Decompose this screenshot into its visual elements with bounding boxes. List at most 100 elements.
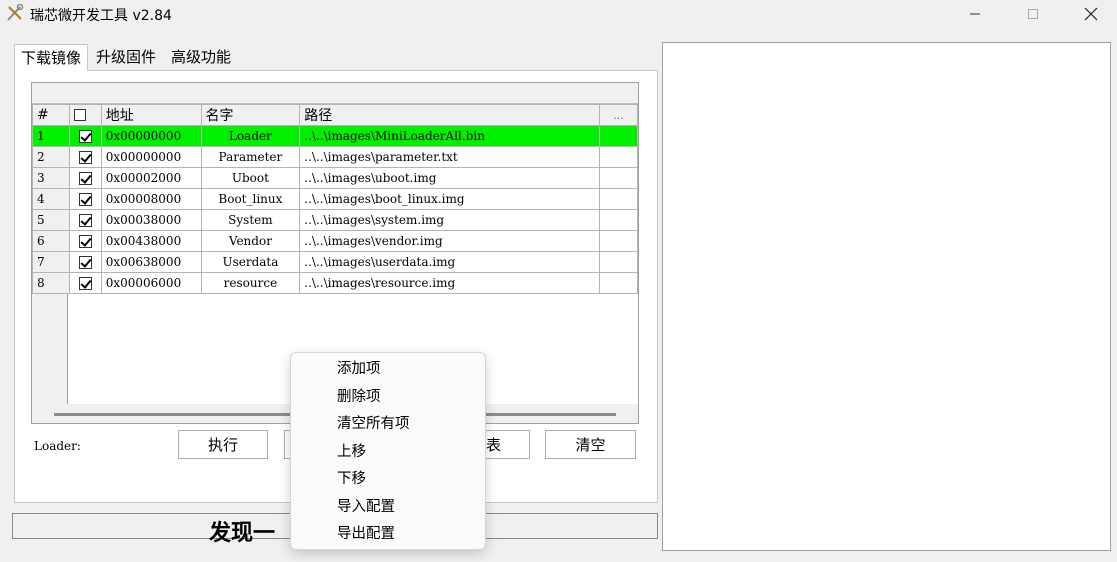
row-address[interactable]: 0x00438000	[100, 230, 202, 252]
row-checkbox-cell[interactable]	[68, 188, 102, 210]
header-more[interactable]: ...	[599, 104, 638, 126]
row-path[interactable]: ..\..\images\vendor.img	[299, 230, 601, 252]
row-more[interactable]	[599, 209, 638, 231]
image-table: # 地址 名字 路径 ... 1 0x00000000 Loader ..\..\im…	[32, 104, 638, 294]
header-num[interactable]: #	[32, 104, 70, 126]
row-address[interactable]: 0x00006000	[100, 272, 202, 294]
row-num[interactable]: 3	[32, 167, 70, 189]
row-num[interactable]: 4	[32, 188, 70, 210]
menu-item-add[interactable]: 添加项	[291, 356, 485, 384]
table-row[interactable]: 7 0x00638000 Userdata ..\..\images\userdata…	[32, 251, 638, 273]
row-checkbox[interactable]	[78, 151, 92, 164]
tab-upgrade-firmware[interactable]: 升级固件	[90, 44, 162, 70]
close-icon	[1084, 7, 1098, 21]
tools-icon	[6, 3, 24, 22]
context-menu: 添加项 删除项 清空所有项 上移 下移 导入配置 导出配置	[290, 352, 486, 550]
table-row[interactable]: 2 0x00000000 Parameter ..\..\images\paramet…	[32, 146, 638, 168]
row-name[interactable]: Userdata	[200, 251, 301, 273]
row-more[interactable]	[599, 188, 638, 210]
row-name[interactable]: resource	[200, 272, 301, 294]
row-name[interactable]: Boot_linux	[200, 188, 301, 210]
row-path[interactable]: ..\..\images\boot_linux.img	[299, 188, 601, 210]
grid-top-bar	[32, 83, 638, 104]
menu-item-clear-all[interactable]: 清空所有项	[291, 411, 485, 439]
row-more[interactable]	[599, 167, 638, 189]
row-path[interactable]: ..\..\images\resource.img	[299, 272, 601, 294]
row-name[interactable]: Vendor	[200, 230, 301, 252]
menu-item-move-down[interactable]: 下移	[291, 466, 485, 494]
row-num[interactable]: 6	[32, 230, 70, 252]
row-name[interactable]: Loader	[200, 125, 301, 147]
row-checkbox[interactable]	[78, 193, 92, 206]
title-bar: 瑞芯微开发工具 v2.84	[0, 0, 1117, 28]
row-path[interactable]: ..\..\images\uboot.img	[299, 167, 601, 189]
table-row[interactable]: 5 0x00038000 System ..\..\images\system.img	[32, 209, 638, 231]
maximize-icon	[1028, 9, 1038, 19]
header-path[interactable]: 路径	[299, 104, 601, 126]
row-checkbox-cell[interactable]	[68, 209, 102, 231]
clear-button[interactable]: 清空	[545, 430, 636, 459]
table-row[interactable]: 6 0x00438000 Vendor ..\..\images\vendor.img	[32, 230, 638, 252]
close-button[interactable]	[1068, 0, 1114, 28]
row-more[interactable]	[599, 125, 638, 147]
row-num[interactable]: 1	[32, 125, 70, 147]
log-panel[interactable]	[662, 42, 1111, 551]
row-checkbox[interactable]	[78, 235, 92, 248]
row-address[interactable]: 0x00008000	[100, 188, 202, 210]
table-row[interactable]: 3 0x00002000 Uboot ..\..\images\uboot.img	[32, 167, 638, 189]
maximize-button[interactable]	[1010, 0, 1056, 28]
row-path[interactable]: ..\..\images\userdata.img	[299, 251, 601, 273]
row-more[interactable]	[599, 146, 638, 168]
row-address[interactable]: 0x00002000	[100, 167, 202, 189]
row-address[interactable]: 0x00638000	[100, 251, 202, 273]
row-checkbox[interactable]	[78, 172, 92, 185]
row-more[interactable]	[599, 272, 638, 294]
row-checkbox-cell[interactable]	[68, 146, 102, 168]
row-name[interactable]: Uboot	[200, 167, 301, 189]
minimize-icon	[970, 13, 980, 15]
menu-item-import-config[interactable]: 导入配置	[291, 494, 485, 522]
window-title: 瑞芯微开发工具 v2.84	[30, 8, 172, 24]
row-path[interactable]: ..\..\images\parameter.txt	[299, 146, 601, 168]
row-checkbox[interactable]	[78, 256, 92, 269]
row-name[interactable]: System	[200, 209, 301, 231]
row-checkbox[interactable]	[78, 277, 92, 290]
row-checkbox[interactable]	[78, 214, 92, 227]
device-list-button-label: 表	[485, 436, 501, 454]
row-checkbox-cell[interactable]	[68, 167, 102, 189]
menu-item-export-config[interactable]: 导出配置	[291, 521, 485, 549]
row-checkbox-cell[interactable]	[68, 272, 102, 294]
row-checkbox-cell[interactable]	[68, 251, 102, 273]
row-address[interactable]: 0x00038000	[100, 209, 202, 231]
row-num[interactable]: 5	[32, 209, 70, 231]
table-header-row: # 地址 名字 路径 ...	[32, 104, 638, 126]
table-row[interactable]: 1 0x00000000 Loader ..\..\images\MiniLoader…	[32, 125, 638, 147]
row-name[interactable]: Parameter	[200, 146, 301, 168]
select-all-checkbox[interactable]	[73, 109, 86, 121]
row-checkbox-cell[interactable]	[68, 230, 102, 252]
row-checkbox-cell[interactable]	[68, 125, 102, 147]
row-address[interactable]: 0x00000000	[100, 125, 202, 147]
menu-item-move-up[interactable]: 上移	[291, 439, 485, 467]
loader-label: Loader:	[34, 439, 81, 453]
row-path[interactable]: ..\..\images\system.img	[299, 209, 601, 231]
header-name[interactable]: 名字	[200, 104, 301, 126]
status-text: 发现一	[209, 520, 276, 546]
row-path[interactable]: ..\..\images\MiniLoaderAll.bin	[299, 125, 601, 147]
table-row[interactable]: 4 0x00008000 Boot_linux ..\..\images\boot_l…	[32, 188, 638, 210]
tab-advanced[interactable]: 高级功能	[165, 44, 237, 70]
row-more[interactable]	[599, 251, 638, 273]
execute-button[interactable]: 执行	[178, 430, 268, 459]
row-address[interactable]: 0x00000000	[100, 146, 202, 168]
row-num[interactable]: 2	[32, 146, 70, 168]
tab-download-image[interactable]: 下载镜像	[14, 44, 89, 71]
header-checkbox[interactable]	[68, 104, 102, 126]
header-address[interactable]: 地址	[100, 104, 202, 126]
minimize-button[interactable]	[952, 0, 998, 28]
row-num[interactable]: 7	[32, 251, 70, 273]
row-num[interactable]: 8	[32, 272, 70, 294]
table-row[interactable]: 8 0x00006000 resource ..\..\images\resource…	[32, 272, 638, 294]
row-checkbox[interactable]	[78, 130, 92, 143]
menu-item-delete[interactable]: 删除项	[291, 384, 485, 412]
row-more[interactable]	[599, 230, 638, 252]
